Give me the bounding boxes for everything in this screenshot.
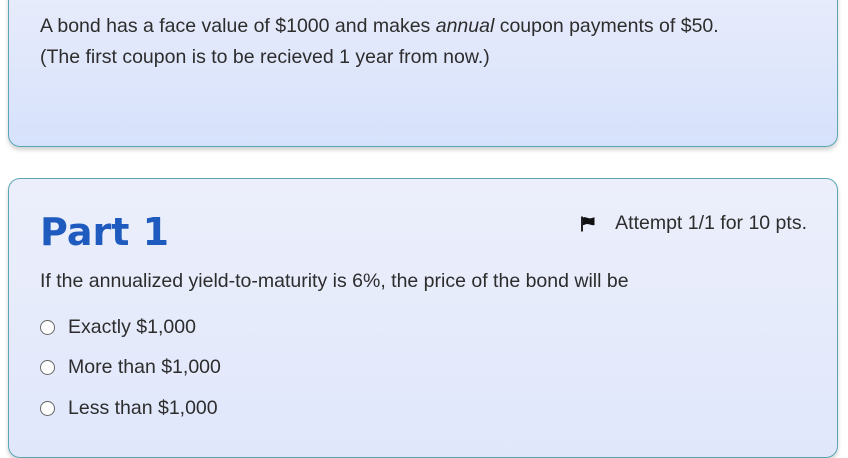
statement-emphasis: annual bbox=[435, 15, 495, 37]
radio-icon[interactable] bbox=[40, 400, 55, 416]
problem-statement-line-2: (The first coupon is to be recieved 1 ye… bbox=[40, 46, 490, 68]
option-label: More than $1,000 bbox=[68, 356, 221, 379]
statement-text: A bond has a face value of $1000 and mak… bbox=[40, 15, 436, 37]
option-exactly-1000[interactable]: Exactly $1,000 bbox=[40, 307, 221, 348]
attempt-label: Attempt 1/1 for 10 pts. bbox=[615, 212, 807, 234]
attempt-info: Attempt 1/1 for 10 pts. bbox=[579, 212, 807, 235]
option-less-than-1000[interactable]: Less than $1,000 bbox=[40, 388, 221, 429]
option-label: Exactly $1,000 bbox=[68, 315, 196, 338]
flag-icon[interactable] bbox=[579, 215, 597, 233]
problem-statement: A bond has a face value of $1000 and mak… bbox=[40, 11, 719, 73]
option-more-than-1000[interactable]: More than $1,000 bbox=[40, 348, 221, 389]
radio-icon[interactable] bbox=[40, 360, 55, 376]
question-text: If the annualized yield-to-maturity is 6… bbox=[40, 270, 629, 292]
radio-icon[interactable] bbox=[40, 319, 55, 335]
option-label: Less than $1,000 bbox=[68, 396, 218, 419]
problem-statement-card: A bond has a face value of $1000 and mak… bbox=[8, 0, 838, 147]
statement-text: coupon payments of $50. bbox=[494, 15, 719, 37]
part-1-card: Part 1 Attempt 1/1 for 10 pts. If the an… bbox=[8, 178, 838, 458]
problem-statement-line-1: A bond has a face value of $1000 and mak… bbox=[40, 11, 719, 42]
part-title: Part 1 bbox=[40, 210, 170, 254]
answer-options: Exactly $1,000 More than $1,000 Less tha… bbox=[40, 307, 221, 429]
